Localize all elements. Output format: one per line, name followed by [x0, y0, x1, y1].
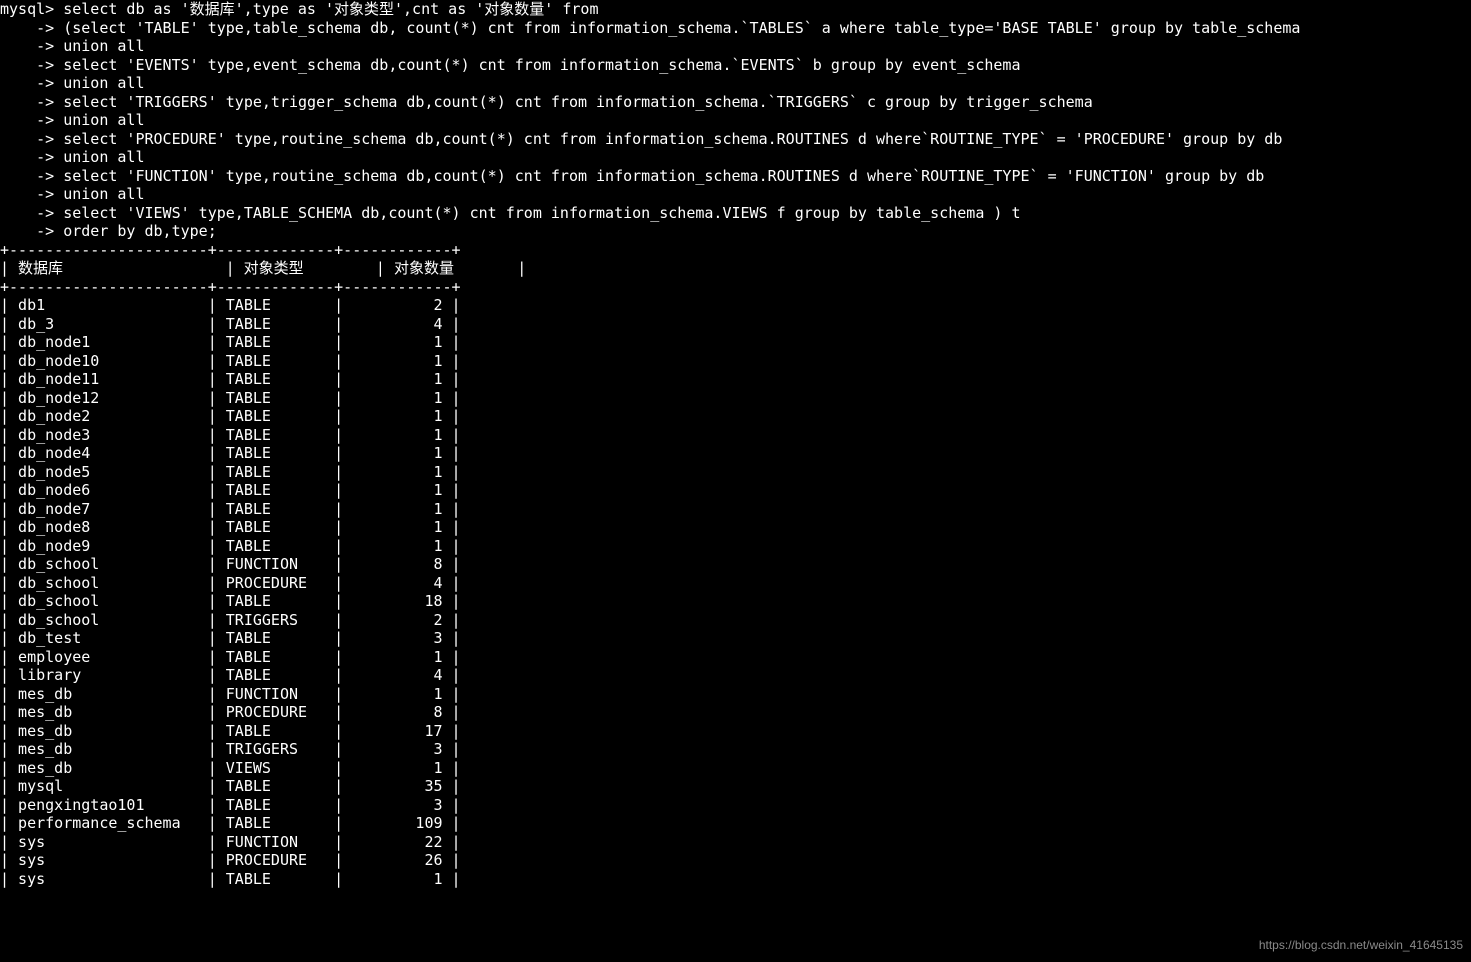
terminal-output[interactable]: mysql> select db as '数据库',type as '对象类型'…	[0, 0, 1471, 888]
watermark-text: https://blog.csdn.net/weixin_41645135	[1259, 936, 1463, 955]
